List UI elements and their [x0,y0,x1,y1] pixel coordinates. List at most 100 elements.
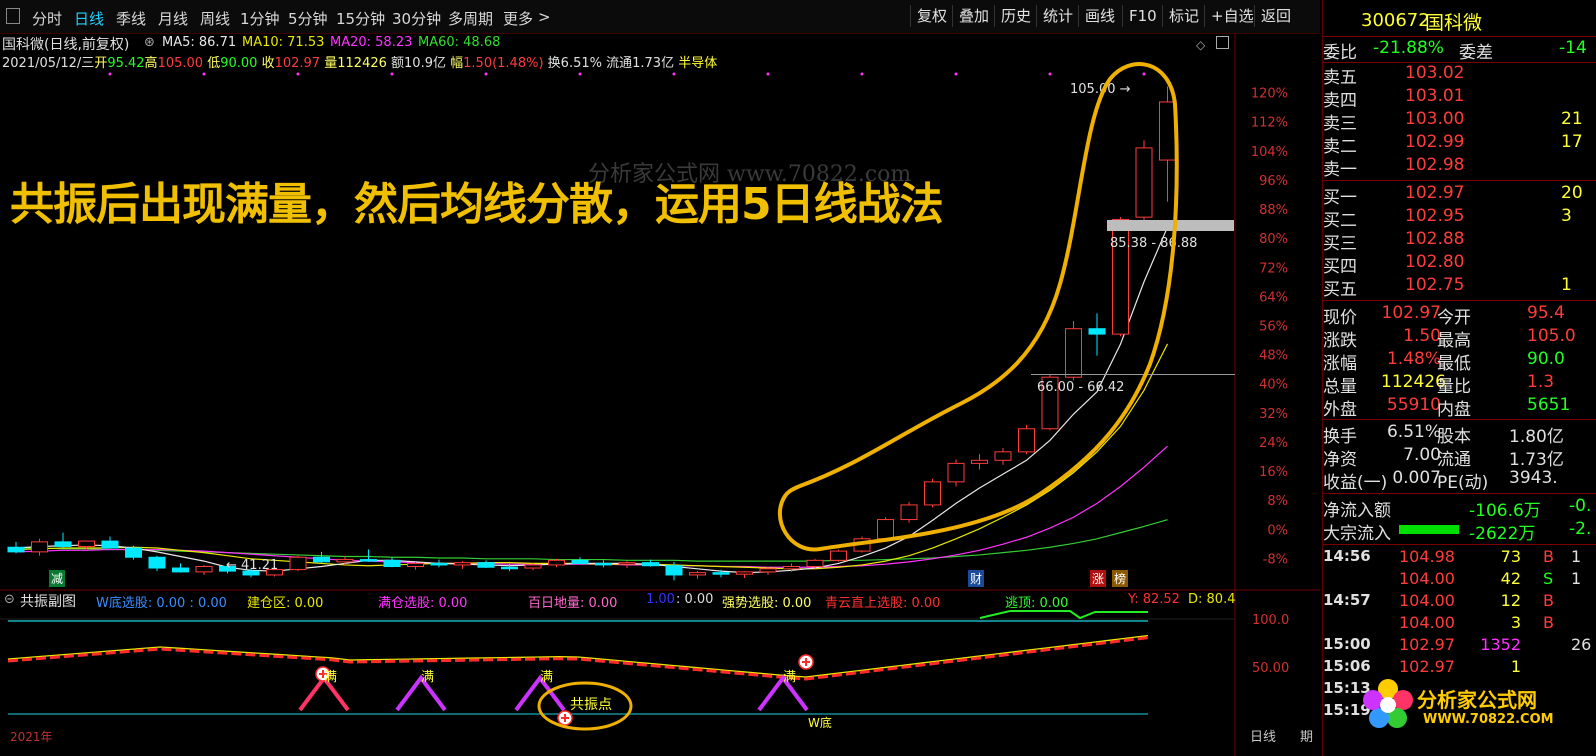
candle-body [1018,428,1035,453]
stat-label: 外盘 [1323,400,1357,420]
bid-row[interactable]: 买三 102.88 [1323,229,1596,254]
add-watchlist-button[interactable]: +自选 [1204,5,1260,27]
tick-volume: 1 [1510,657,1521,676]
tick-volume: 73 [1500,547,1521,566]
candle-body [595,562,612,566]
candle-body [430,562,448,566]
tab-zhouxian[interactable]: 周线 [200,8,230,29]
tick-time: 14:57 [1323,591,1371,609]
cai-badge: 财 [968,570,985,587]
tab-15min[interactable]: 15分钟 [336,8,385,29]
year-label: 2021年 [10,730,53,744]
signal-dot [296,72,300,76]
tab-rixian[interactable]: 日线 [74,8,104,29]
menu-toggle-icon[interactable] [6,8,20,24]
y-tick-label: 64% [1259,290,1288,305]
tab-fenshi[interactable]: 分时 [32,8,62,29]
y-tick-label: 40% [1259,378,1288,393]
ma60-line [16,519,1168,562]
tick-price: 102.97 [1399,657,1455,676]
tab-1min[interactable]: 1分钟 [240,8,280,29]
ma20-line [15,445,1168,568]
subchart-ytick-100: 100.0 [1252,613,1290,628]
tick-price: 104.98 [1399,547,1455,566]
tick-row[interactable]: 104.00 42 S 1 [1323,569,1596,592]
bid-price: 102.97 [1405,183,1465,203]
tick-side: S [1543,569,1554,588]
logo-text: 分析家公式网 [1417,688,1537,712]
jian-badge: 减 [49,570,66,587]
flow-row-block: 大宗流入 -2622万 -2. [1323,519,1596,544]
ask-row[interactable]: 卖三 103.00 21 [1323,109,1596,134]
tab-30min[interactable]: 30分钟 [392,8,441,29]
bid-price: 102.95 [1405,206,1465,226]
candle-body [783,565,800,570]
tick-row[interactable]: 15:00 102.97 1352 26 [1323,635,1596,658]
tick-time: 15:00 [1323,635,1371,653]
candle-body [877,519,894,540]
stat-label: PE(动) [1437,473,1489,493]
stock-code: 300672 [1361,10,1430,31]
tick-row[interactable]: 104.00 3 B [1323,613,1596,636]
stat-value: 95.4 [1527,303,1565,323]
ask-row[interactable]: 卖二 102.99 17 [1323,132,1596,157]
drawline-button[interactable]: 画线 [1078,5,1121,27]
ask-price: 103.00 [1405,109,1465,129]
tab-jixian[interactable]: 季线 [116,8,146,29]
y-tick-label: 56% [1259,320,1288,335]
subchart-item-jiancang: 建仓区: 0.00 [247,596,324,611]
y-tick-label: 32% [1259,407,1288,422]
tab-multi-period[interactable]: 多周期 [448,8,493,29]
bid-row[interactable]: 买四 102.80 [1323,252,1596,277]
bid-price: 102.88 [1405,229,1465,249]
tick-row[interactable]: 14:57 104.00 12 B [1323,591,1596,614]
tab-yuexian[interactable]: 月线 [158,8,188,29]
ask-label: 卖一 [1323,160,1357,180]
ask-row[interactable]: 卖一 102.98 [1323,155,1596,180]
man-mark: 满 [540,670,554,685]
tick-price: 104.00 [1399,569,1455,588]
candle-body [1159,101,1176,161]
signal-dot [860,72,864,76]
back-button[interactable]: 返回 [1254,5,1297,27]
signal-dot [108,72,112,76]
chevron-right-icon[interactable]: > [538,8,551,26]
overlay-button[interactable]: 叠加 [952,5,995,27]
tick-row[interactable]: 14:56 104.98 73 B 1 [1323,547,1596,570]
bid-row[interactable]: 买五 102.75 1 [1323,275,1596,300]
quote-panel: 300672 国科微 委比 -21.88% 委差 -14 卖五 103.02 卖… [1322,0,1596,756]
range-label-1: 85.38 - 86.88 [1110,236,1198,251]
f10-button[interactable]: F10 [1122,5,1163,27]
stat-label: 内盘 [1437,400,1471,420]
tab-more[interactable]: 更多 [503,8,533,29]
candle-body [806,559,824,567]
fuquan-button[interactable]: 复权 [910,5,953,27]
stat-value: 90.0 [1527,349,1565,369]
bid-row[interactable]: 买一 102.97 20 [1323,183,1596,208]
bid-row[interactable]: 买二 102.95 3 [1323,206,1596,231]
ask-row[interactable]: 卖四 103.01 [1323,86,1596,111]
ask-row[interactable]: 卖五 103.02 [1323,63,1596,88]
signal-dot [578,72,582,76]
tab-5min[interactable]: 5分钟 [288,8,328,29]
y-tick-label: -8% [1263,552,1288,567]
stats-button[interactable]: 统计 [1036,5,1079,27]
candle-body [313,556,330,563]
y-tick-label: 80% [1259,232,1288,247]
kline-chart-area[interactable]: 国科微(日线,前复权) ⊛ MA5: 86.71 MA10: 71.53 MA2… [0,34,1320,756]
candle-body [830,550,847,561]
history-button[interactable]: 历史 [994,5,1037,27]
subchart-d-line [7,634,1149,678]
subchart-title[interactable]: 共振副图 [20,591,76,611]
candle-body [642,562,659,567]
y-tick-label: 96% [1259,174,1288,189]
tick-side: B [1543,613,1554,632]
ask-price: 102.99 [1405,132,1465,152]
stat-label: 涨跌 [1323,331,1357,351]
mark-button[interactable]: 标记 [1162,5,1205,27]
candle-body [1065,328,1082,378]
range-line-2 [1031,374,1235,375]
man-mark: 满 [324,670,338,685]
subchart-collapse-icon[interactable]: ⊝ [4,592,15,607]
ask-label: 卖五 [1323,68,1357,88]
